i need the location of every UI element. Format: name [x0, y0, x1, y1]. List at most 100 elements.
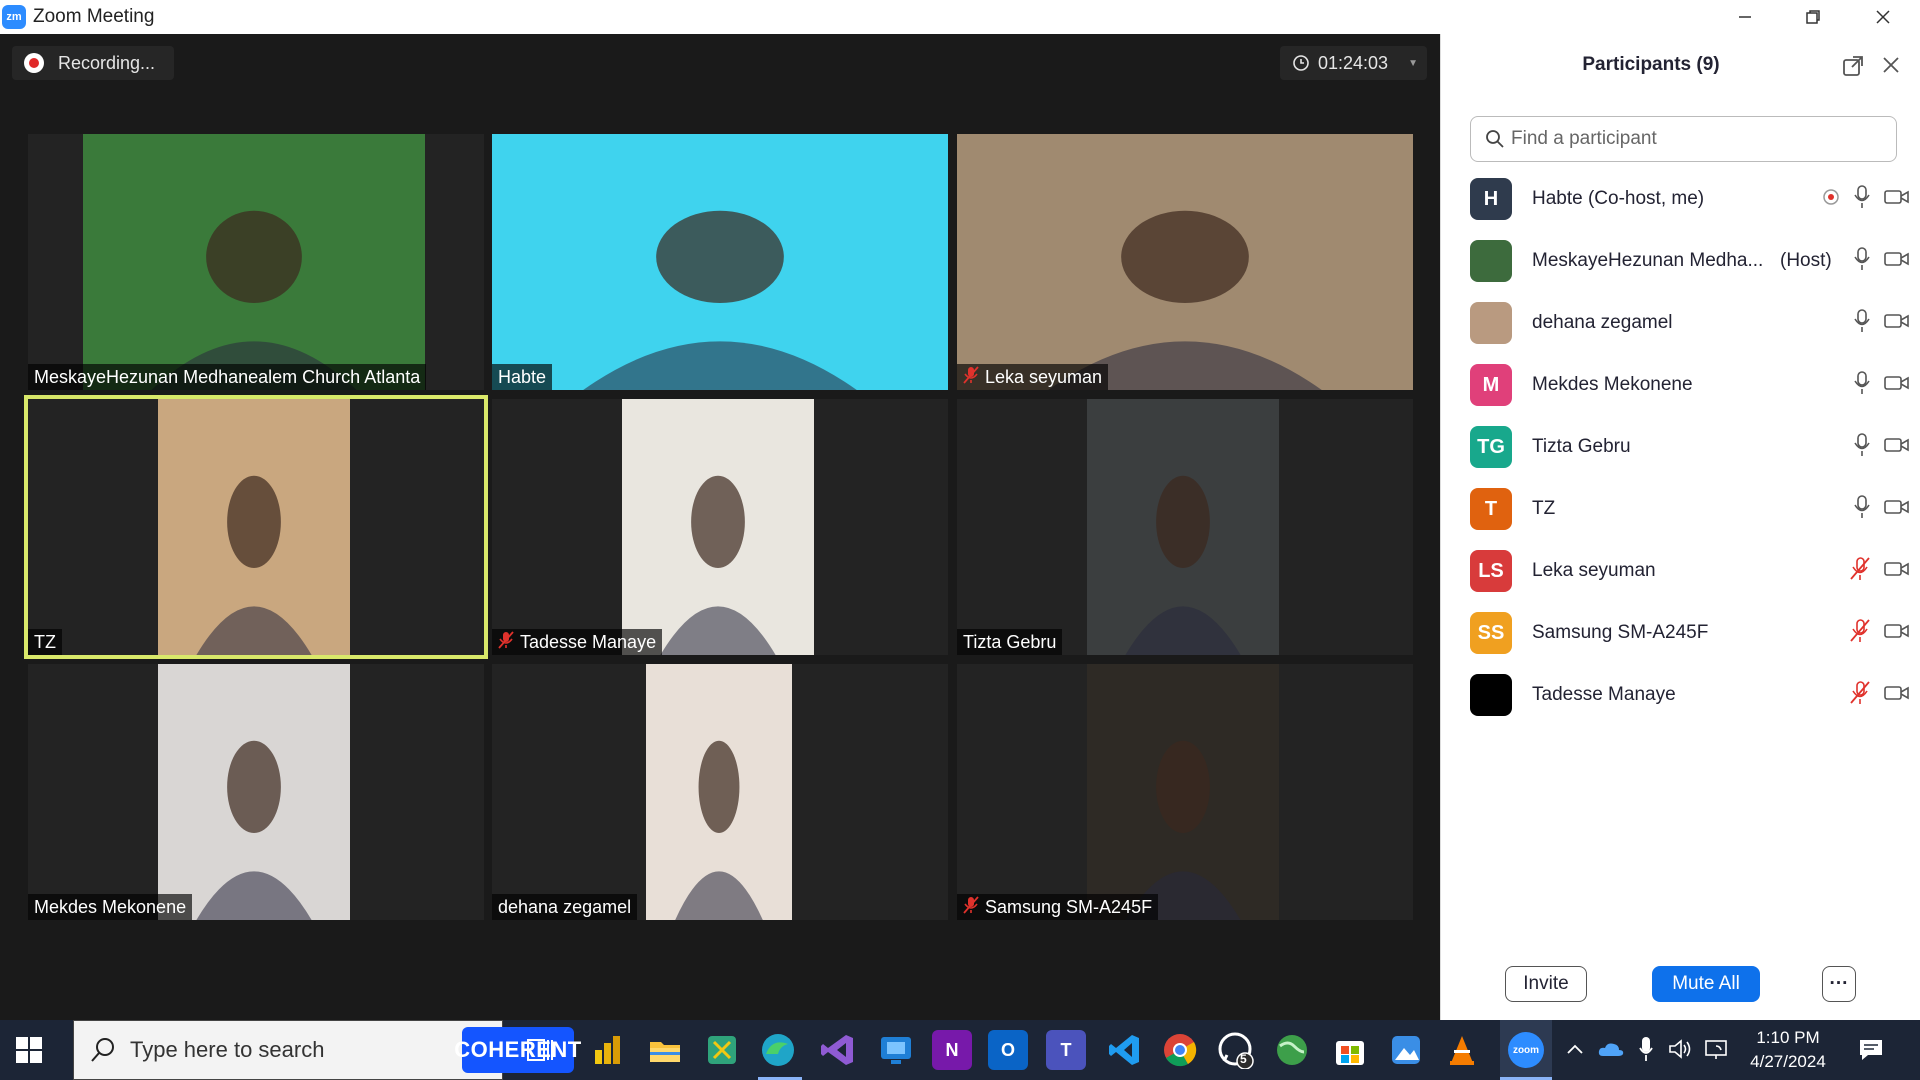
participant-row[interactable]: H Habte (Co-host, me)	[1470, 174, 1910, 224]
recording-indicator[interactable]: Recording...	[12, 46, 174, 80]
participant-list-name: TZ	[1532, 498, 1556, 519]
video-feed	[957, 134, 1413, 390]
microphone-icon[interactable]	[1852, 494, 1872, 525]
volume-icon[interactable]	[1668, 1038, 1694, 1060]
video-tile[interactable]: Tadesse Manaye	[492, 399, 948, 655]
video-tile[interactable]: TZ	[24, 395, 488, 659]
notifications-icon[interactable]	[1858, 1038, 1884, 1062]
snipping-tool-icon[interactable]	[702, 1030, 742, 1070]
muted-mic-icon[interactable]	[1848, 680, 1872, 711]
participant-name: dehana zegamel	[498, 896, 632, 917]
video-camera-icon[interactable]	[1884, 374, 1910, 397]
recording-label: Recording...	[58, 52, 156, 73]
edge-browser-icon[interactable]	[758, 1030, 798, 1070]
onenote-icon[interactable]: N	[932, 1030, 972, 1070]
task-view-icon[interactable]	[520, 1030, 560, 1070]
video-tile[interactable]: MeskayeHezunan Medhanealem Church Atlant…	[28, 134, 484, 390]
video-tile[interactable]: Samsung SM-A245F	[957, 664, 1413, 920]
muted-mic-icon[interactable]	[1848, 618, 1872, 649]
remote-desktop-icon[interactable]	[876, 1030, 916, 1070]
popout-icon[interactable]	[1842, 55, 1864, 77]
participant-row[interactable]: dehana zegamel	[1470, 298, 1910, 348]
photos-icon[interactable]	[1386, 1030, 1426, 1070]
invite-button[interactable]: Invite	[1505, 966, 1587, 1002]
video-tile[interactable]: Mekdes Mekonene	[28, 664, 484, 920]
window-close-button[interactable]	[1848, 0, 1918, 34]
close-icon	[1876, 10, 1890, 24]
panel-title: Participants (9)	[1582, 54, 1720, 75]
video-feed	[158, 664, 350, 920]
video-camera-icon[interactable]	[1884, 498, 1910, 521]
muted-mic-icon	[963, 895, 979, 919]
microsoft-store-icon[interactable]	[1330, 1030, 1370, 1070]
vscode-icon[interactable]	[1104, 1030, 1144, 1070]
microphone-icon[interactable]	[1638, 1036, 1654, 1062]
meeting-timer[interactable]: 01:24:03 ▼	[1280, 46, 1427, 80]
video-tile[interactable]: Habte	[492, 134, 948, 390]
microphone-icon[interactable]	[1852, 432, 1872, 463]
network-icon[interactable]	[1704, 1038, 1728, 1060]
globe-app-icon[interactable]	[1272, 1030, 1312, 1070]
taskbar-search[interactable]: Type here to search COHERENT	[73, 1020, 581, 1080]
participant-row[interactable]: SS Samsung SM-A245F	[1470, 608, 1910, 658]
video-camera-icon[interactable]	[1884, 436, 1910, 459]
search-input[interactable]	[1511, 128, 1871, 150]
muted-mic-icon	[963, 365, 979, 389]
mute-all-button[interactable]: Mute All	[1652, 966, 1760, 1002]
restore-icon	[1806, 10, 1820, 24]
participant-status-icons	[1852, 370, 1910, 401]
onedrive-icon[interactable]	[1598, 1040, 1624, 1058]
participant-status-icons	[1848, 556, 1910, 587]
video-camera-icon[interactable]	[1884, 188, 1910, 211]
more-options-button[interactable]: ···	[1822, 966, 1856, 1002]
video-camera-icon[interactable]	[1884, 560, 1910, 583]
participant-name: MeskayeHezunan Medhanealem Church Atlant…	[34, 366, 421, 387]
video-feed	[492, 134, 948, 390]
participant-list-name: Tadesse Manaye	[1532, 684, 1676, 705]
file-explorer-icon[interactable]	[645, 1030, 685, 1070]
participant-list-name: dehana zegamel	[1532, 312, 1673, 333]
video-camera-icon[interactable]	[1884, 684, 1910, 707]
whatsapp-icon[interactable]: 5	[1216, 1030, 1256, 1070]
microphone-icon[interactable]	[1852, 370, 1872, 401]
visual-studio-icon[interactable]	[818, 1030, 858, 1070]
video-feed	[1087, 399, 1279, 655]
power-bi-icon[interactable]	[588, 1030, 628, 1070]
participant-row[interactable]: MeskayeHezunan Medha... (Host)	[1470, 236, 1910, 286]
microphone-icon[interactable]	[1852, 246, 1872, 277]
participant-row[interactable]: Tadesse Manaye	[1470, 670, 1910, 720]
chevron-up-icon[interactable]	[1566, 1042, 1584, 1056]
participant-row[interactable]: TG Tizta Gebru	[1470, 422, 1910, 472]
video-camera-icon[interactable]	[1884, 622, 1910, 645]
meeting-gallery: Recording... 01:24:03 ▼ MeskayeHezunan M…	[0, 34, 1440, 1020]
microphone-icon[interactable]	[1852, 308, 1872, 339]
restore-button[interactable]	[1778, 0, 1848, 34]
video-tile[interactable]: Tizta Gebru	[957, 399, 1413, 655]
microphone-icon[interactable]	[1852, 184, 1872, 215]
video-camera-icon[interactable]	[1884, 250, 1910, 273]
participant-name: Tizta Gebru	[963, 631, 1057, 652]
video-camera-icon[interactable]	[1884, 312, 1910, 335]
zoom-taskbar-button[interactable]: zoom	[1500, 1020, 1552, 1080]
window-titlebar: zm Zoom Meeting	[0, 0, 1920, 34]
participant-row[interactable]: T TZ	[1470, 484, 1910, 534]
minimize-button[interactable]	[1710, 0, 1780, 34]
muted-mic-icon[interactable]	[1848, 556, 1872, 587]
windows-start-icon[interactable]	[16, 1037, 42, 1063]
video-feed	[158, 399, 350, 655]
participant-row[interactable]: M Mekdes Mekonene	[1470, 360, 1910, 410]
participant-row[interactable]: LS Leka seyuman	[1470, 546, 1910, 596]
panel-close-icon[interactable]	[1882, 56, 1900, 74]
outlook-icon[interactable]: O	[988, 1030, 1028, 1070]
avatar: M	[1470, 364, 1512, 406]
video-tile[interactable]: dehana zegamel	[492, 664, 948, 920]
participant-list-name: Mekdes Mekonene	[1532, 374, 1693, 395]
teams-icon[interactable]: T	[1046, 1030, 1086, 1070]
taskbar-clock[interactable]: 1:10 PM 4/27/2024	[1738, 1026, 1838, 1074]
chrome-icon[interactable]	[1160, 1030, 1200, 1070]
video-tile[interactable]: Leka seyuman	[957, 134, 1413, 390]
participant-search[interactable]	[1470, 116, 1897, 162]
participant-name-tag: Habte	[492, 364, 553, 390]
avatar	[1470, 674, 1512, 716]
vlc-icon[interactable]	[1442, 1030, 1482, 1070]
